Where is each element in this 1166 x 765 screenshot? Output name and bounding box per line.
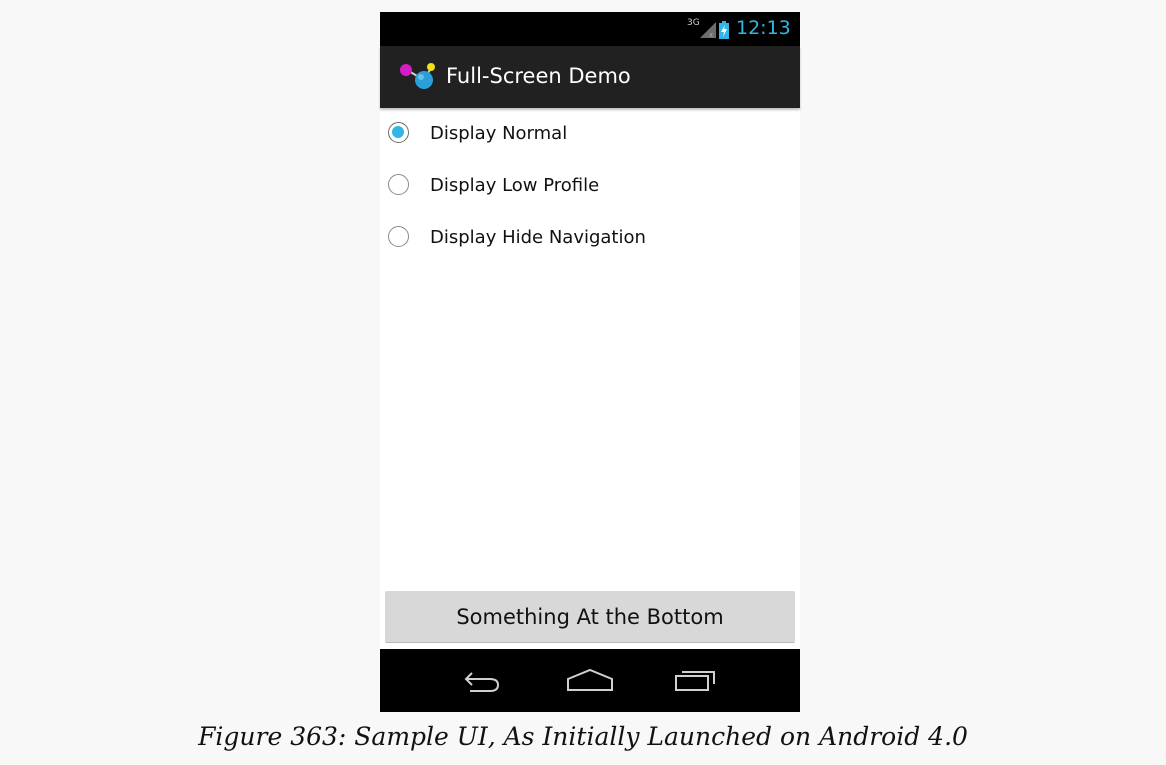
recent-apps-icon[interactable] <box>672 665 720 695</box>
app-launcher-icon <box>400 63 435 89</box>
radio-label: Display Normal <box>430 123 568 144</box>
app-title: Full-Screen Demo <box>446 64 631 88</box>
svg-text:x: x <box>709 31 713 38</box>
radio-button[interactable] <box>388 226 409 247</box>
phone-screen: 3G x 12:13 Full-Screen Demo Display Norm… <box>380 12 800 712</box>
back-icon[interactable] <box>460 665 510 695</box>
signal-icon: x <box>700 22 716 38</box>
action-bar: Full-Screen Demo <box>380 46 800 108</box>
radio-label: Display Hide Navigation <box>430 227 646 248</box>
radio-display-low-profile[interactable]: Display Low Profile <box>380 160 800 210</box>
navigation-bar <box>380 649 800 712</box>
radio-button-checked[interactable] <box>388 122 409 143</box>
something-at-bottom-button[interactable]: Something At the Bottom <box>385 591 795 643</box>
home-icon[interactable] <box>564 665 616 695</box>
status-clock: 12:13 <box>736 17 791 39</box>
radio-display-normal[interactable]: Display Normal <box>380 108 800 158</box>
radio-selected-dot <box>392 126 404 138</box>
figure-caption: Figure 363: Sample UI, As Initially Laun… <box>198 722 968 751</box>
radio-button[interactable] <box>388 174 409 195</box>
radio-display-hide-navigation[interactable]: Display Hide Navigation <box>380 212 800 262</box>
network-type-indicator: 3G <box>687 18 700 28</box>
status-bar: 3G x 12:13 <box>380 12 800 46</box>
radio-label: Display Low Profile <box>430 175 600 196</box>
battery-charging-icon <box>719 21 729 39</box>
